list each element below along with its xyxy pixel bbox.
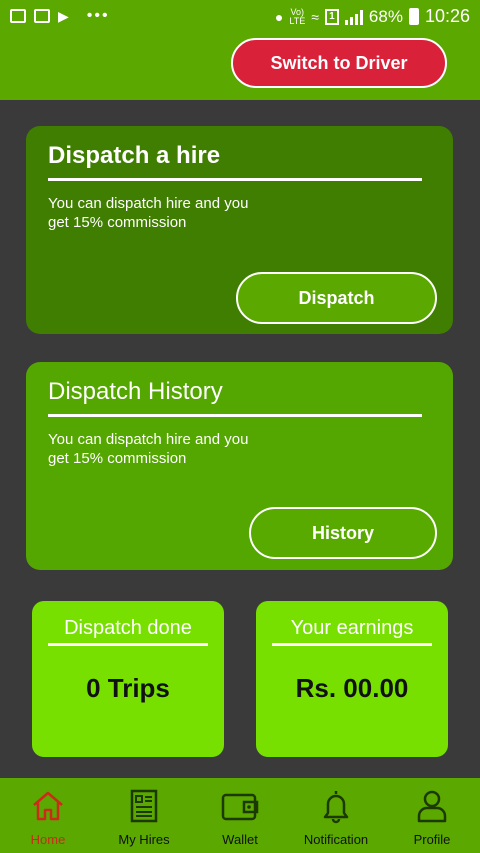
- wifi-icon: ≈: [311, 8, 319, 25]
- history-button[interactable]: History: [249, 507, 437, 559]
- clock: 10:26: [424, 6, 470, 26]
- status-bar: ▶ ••• ● Vo) LTE ≈ 1 68% 10:26: [0, 0, 480, 34]
- gallery-notification-icon: [10, 9, 26, 23]
- dispatch-done-tile: Dispatch done 0 Trips: [32, 601, 224, 757]
- battery-percent: 68%: [368, 6, 403, 26]
- switch-to-driver-button[interactable]: Switch to Driver: [231, 38, 447, 88]
- history-card: Dispatch History You can dispatch hire a…: [26, 362, 453, 570]
- nav-label-profile: Profile: [413, 832, 451, 847]
- more-notifications-icon: •••: [86, 7, 110, 24]
- play-notification-icon: ▶: [58, 7, 69, 24]
- location-icon: ●: [274, 8, 284, 25]
- sim-indicator: 1: [324, 8, 339, 25]
- user-icon: [417, 790, 447, 823]
- nav-label-notification: Notification: [303, 832, 369, 847]
- history-card-description: You can dispatch hire and you get 15% co…: [48, 431, 249, 467]
- earnings-tile: Your earnings Rs. 00.00: [256, 601, 448, 757]
- wallet-icon: [221, 793, 259, 821]
- divider: [272, 643, 432, 646]
- dispatch-card-description: You can dispatch hire and you get 15% co…: [48, 195, 249, 231]
- nav-label-wallet: Wallet: [222, 832, 258, 847]
- dispatch-card-title: Dispatch a hire: [48, 142, 221, 169]
- battery-icon: [408, 8, 419, 25]
- document-icon: [130, 789, 158, 823]
- home-icon: [33, 791, 63, 821]
- nav-item-my-hires[interactable]: My Hires: [99, 788, 189, 847]
- dispatch-done-value: 0 Trips: [86, 673, 170, 703]
- earnings-label: Your earnings: [290, 617, 414, 639]
- bottom-navigation: Home My Hires Wallet Notification Profil…: [0, 778, 480, 853]
- mail-notification-icon: [34, 9, 50, 23]
- history-card-title: Dispatch History: [48, 378, 223, 405]
- nav-label-my-hires: My Hires: [118, 832, 170, 847]
- nav-item-wallet[interactable]: Wallet: [195, 788, 285, 847]
- nav-item-notification[interactable]: Notification: [291, 788, 381, 847]
- nav-label-home: Home: [30, 832, 66, 847]
- divider: [48, 178, 422, 181]
- top-header: ▶ ••• ● Vo) LTE ≈ 1 68% 10:26 Switch to …: [0, 0, 480, 100]
- divider: [48, 414, 422, 417]
- bell-icon: [323, 791, 349, 824]
- dispatch-card: Dispatch a hire You can dispatch hire an…: [26, 126, 453, 334]
- dispatch-button[interactable]: Dispatch: [236, 272, 437, 324]
- earnings-value: Rs. 00.00: [295, 673, 409, 703]
- dispatch-done-label: Dispatch done: [64, 617, 192, 639]
- lte-label: LTE: [289, 15, 306, 26]
- nav-item-home[interactable]: Home: [3, 788, 93, 847]
- signal-icon: [344, 9, 363, 25]
- divider: [48, 643, 208, 646]
- nav-item-profile[interactable]: Profile: [387, 788, 477, 847]
